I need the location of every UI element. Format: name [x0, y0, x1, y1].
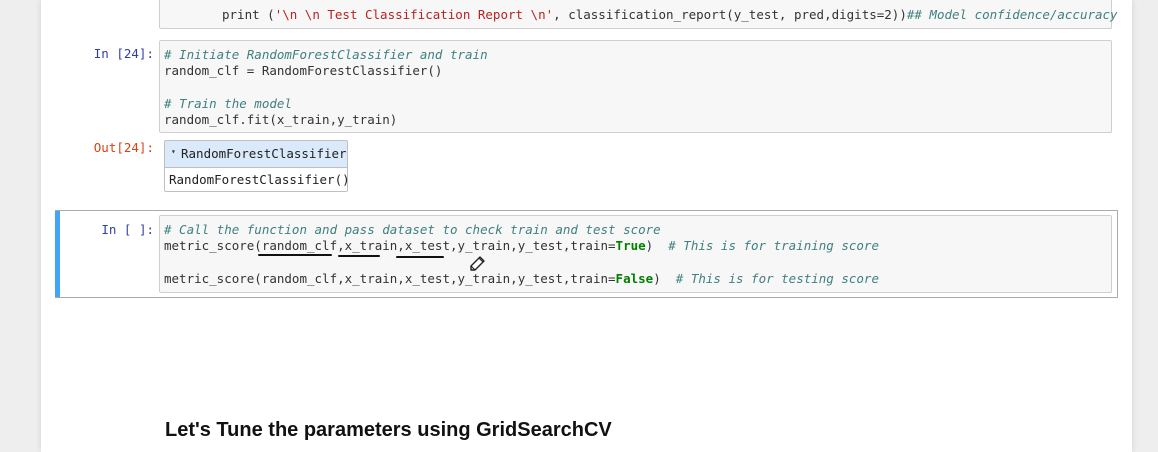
current-cell-line-2: metric_score(random_clf,x_train,x_test,y…	[164, 271, 879, 286]
markdown-heading: Let's Tune the parameters using GridSear…	[165, 419, 612, 441]
cell-24-code-2: random_clf.fit(x_train,y_train)	[164, 112, 398, 127]
cell-24-prompt: In [24]:	[93, 46, 154, 61]
cell-24-comment-2: # Train the model	[164, 96, 292, 111]
pen-cursor-icon	[470, 256, 485, 271]
estimator-repr: RandomForestClassifier()	[169, 172, 350, 187]
estimator-display[interactable]: ▾ RandomForestClassifier RandomForestCla…	[164, 140, 350, 192]
estimator-header[interactable]: ▾ RandomForestClassifier	[165, 141, 347, 168]
annotation-underline	[396, 256, 444, 258]
current-cell-prompt: In [ ]:	[101, 222, 154, 237]
estimator-name[interactable]: RandomForestClassifier	[181, 146, 347, 161]
top-code-line: print ('\n \n Test Classification Report…	[222, 7, 1118, 22]
top-code-cell[interactable]: print ('\n \n Test Classification Report…	[159, 0, 1118, 29]
out-24-prompt: Out[24]:	[93, 140, 154, 155]
cell-24-code-1: random_clf = RandomForestClassifier()	[164, 63, 443, 78]
annotation-underline	[338, 255, 380, 257]
collapse-arrow-icon[interactable]: ▾	[171, 147, 176, 156]
current-cell-line-1: metric_score(random_clf,x_train,x_test,y…	[164, 238, 879, 253]
cell-24-code[interactable]: # Initiate RandomForestClassifier and tr…	[159, 40, 1112, 133]
cell-24-comment-1: # Initiate RandomForestClassifier and tr…	[164, 47, 488, 62]
current-cell-comment: # Call the function and pass dataset to …	[164, 222, 661, 237]
annotation-underline	[258, 254, 332, 256]
